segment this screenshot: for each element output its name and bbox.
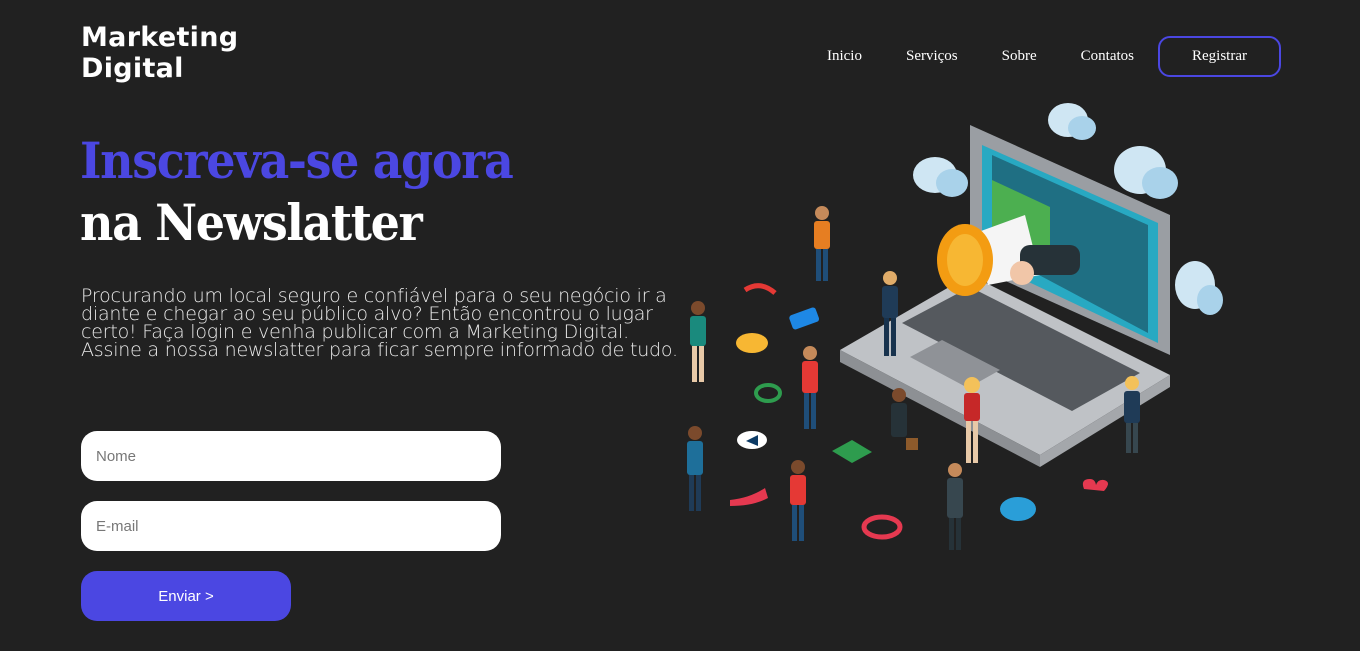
cloud-icon <box>913 157 968 197</box>
main-nav: Inicio Serviços Sobre Contatos Registrar <box>827 36 1281 77</box>
register-button[interactable]: Registrar <box>1158 36 1281 77</box>
music-icon <box>736 333 768 353</box>
wifi-icon <box>743 283 777 295</box>
nav-item-servicos[interactable]: Serviços <box>906 48 958 65</box>
nav-item-inicio[interactable]: Inicio <box>827 48 862 65</box>
hero-title-main: na Newslatter <box>80 193 423 252</box>
nav-item-sobre[interactable]: Sobre <box>1002 48 1037 65</box>
email-input[interactable] <box>81 501 501 551</box>
shopping-cart-icon <box>832 440 872 463</box>
at-sign-icon <box>754 383 782 403</box>
name-input[interactable] <box>81 431 501 481</box>
person-icon <box>814 206 830 281</box>
person-icon <box>690 301 706 382</box>
cloud-icon <box>1114 146 1178 199</box>
email-icon <box>861 514 903 540</box>
submit-button[interactable]: Enviar > <box>81 571 291 621</box>
brand-logo[interactable]: Marketing Digital <box>81 22 241 84</box>
person-icon <box>802 346 818 429</box>
hero-title-accent: Inscreva-se agora <box>80 131 514 190</box>
mouse-icon <box>1000 497 1036 521</box>
brand-logo-line1: Marketing <box>81 22 239 53</box>
person-icon <box>687 426 703 511</box>
hero-description: Procurando um local seguro e confiável p… <box>81 285 678 361</box>
nav-item-contatos[interactable]: Contatos <box>1081 48 1134 65</box>
cloud-icon <box>1175 261 1223 315</box>
cloud-icon <box>1048 103 1096 140</box>
person-icon <box>947 463 963 550</box>
play-icon <box>737 431 767 449</box>
shoe-icon <box>730 488 768 506</box>
hero-title: Inscreva-se agora na Newslatter <box>80 130 600 254</box>
person-icon <box>964 377 980 463</box>
person-icon <box>790 460 806 541</box>
chat-icon <box>789 307 820 330</box>
marketing-illustration-icon <box>687 103 1223 550</box>
heart-icon <box>1082 479 1108 491</box>
brand-logo-line2: Digital <box>81 53 184 84</box>
